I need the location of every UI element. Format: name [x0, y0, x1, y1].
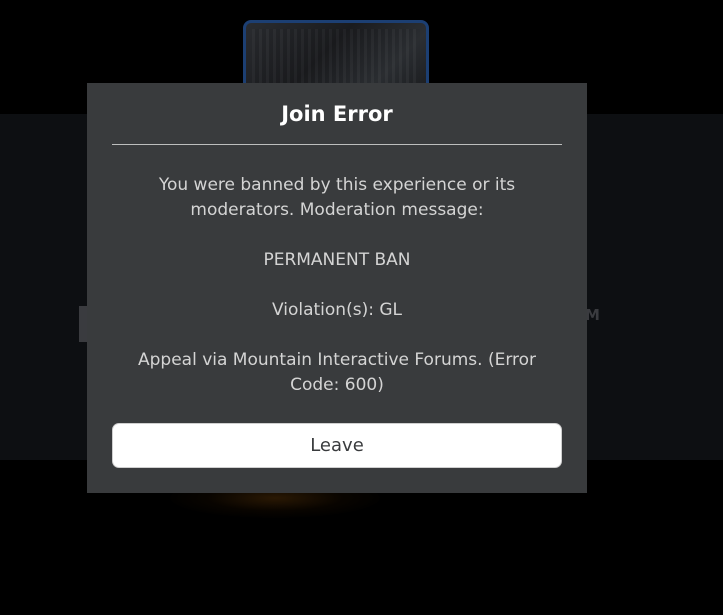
title-divider [112, 144, 562, 145]
ban-reason-text: You were banned by this experience or it… [158, 175, 516, 220]
dialog-title: Join Error [281, 102, 393, 126]
leave-button[interactable]: Leave [112, 423, 562, 468]
join-error-dialog: Join Error You were banned by this exper… [87, 83, 587, 493]
dialog-message: You were banned by this experience or it… [112, 173, 562, 398]
appeal-error-code-text: Appeal via Mountain Interactive Forums. … [137, 350, 537, 395]
violation-text: Violation(s): GL [272, 300, 402, 320]
game-screen: M Join Error You were banned by this exp… [0, 0, 723, 615]
moderation-message-text: PERMANENT BAN [263, 250, 411, 270]
